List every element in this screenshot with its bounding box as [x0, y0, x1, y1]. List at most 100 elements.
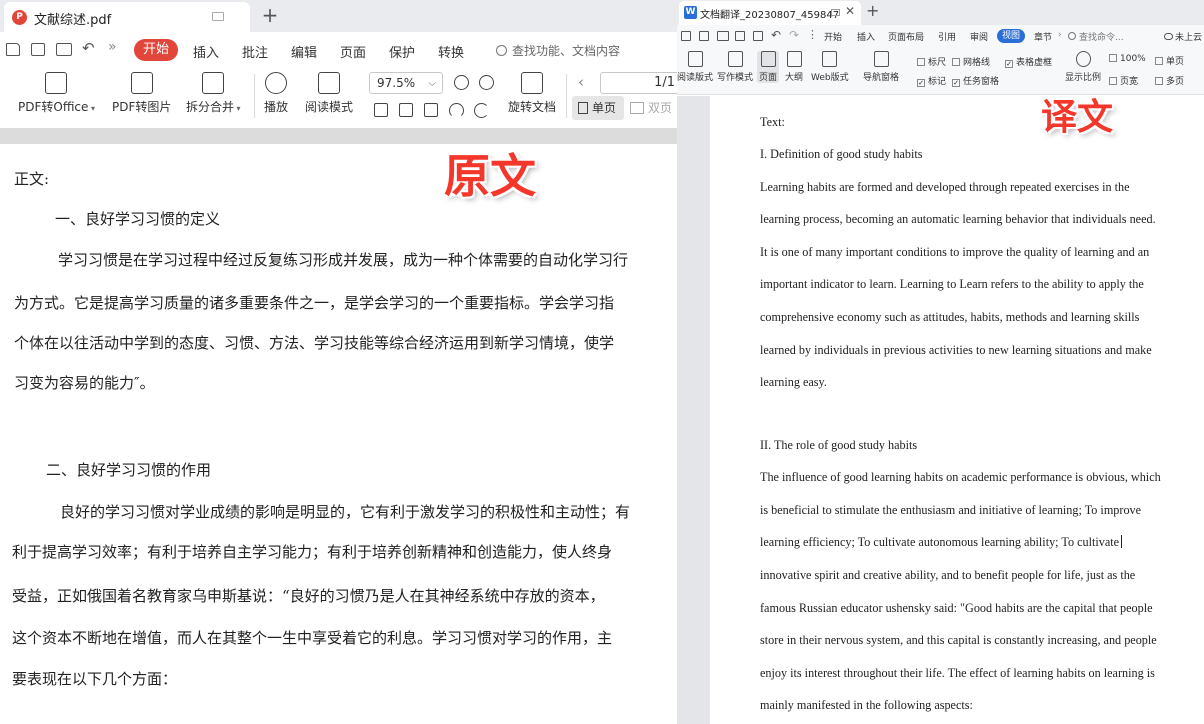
multi-page-button[interactable]: 多页 [1155, 74, 1184, 87]
save-icon[interactable] [31, 43, 45, 56]
display-ratio-button[interactable]: 显示比例 [1065, 51, 1101, 83]
rotate-document-button[interactable]: 旋转文档 [508, 72, 556, 115]
translated-text-line: innovative spirit and creative ability, … [760, 568, 1136, 582]
menu-review[interactable]: 审阅 [970, 30, 988, 43]
save-icon[interactable] [681, 31, 691, 41]
translated-text-line: learned by individuals in previous activ… [760, 343, 1152, 357]
print-icon[interactable] [56, 43, 72, 56]
double-page-icon [630, 102, 644, 114]
split-merge-label: 拆分合并 [186, 100, 235, 114]
undo-icon[interactable]: ↶ [771, 28, 781, 42]
menu-insert[interactable]: 插入 [857, 30, 875, 43]
menu-page[interactable]: 页面 [340, 42, 366, 61]
monitor-icon[interactable] [212, 12, 224, 21]
web-layout-button[interactable]: Web版式 [811, 51, 849, 83]
zoom-out-icon[interactable] [454, 75, 469, 90]
page-number-input[interactable]: 1/1 [600, 72, 677, 94]
nav-pane-button[interactable]: 导航窗格 [863, 51, 899, 83]
monitor-icon[interactable] [831, 9, 840, 16]
menu-references[interactable]: 引用 [938, 30, 956, 43]
command-search[interactable]: 查找命令... [1068, 30, 1124, 43]
original-text-line: 学习习惯是在学习过程中经过反复练习形成并发展，成为一种个体需要的自动化学习行 [58, 251, 629, 269]
translation-page[interactable]: Text: I. Definition of good study habits… [710, 96, 1204, 724]
read-layout-button[interactable]: 阅读版式 [677, 51, 713, 83]
play-icon [265, 72, 287, 94]
translated-text-line: mainly manifested in the following aspec… [760, 698, 973, 712]
print-icon[interactable] [717, 31, 729, 41]
zoom-100-button[interactable]: 100% [1109, 54, 1146, 64]
single-page-label: 单页 [592, 101, 617, 115]
menu-insert[interactable]: 插入 [193, 42, 219, 61]
checked-box-icon: ✓ [952, 79, 960, 87]
menu-page-layout[interactable]: 页面布局 [888, 30, 924, 43]
translated-text-line: important indicator to learn. Learning t… [760, 277, 1144, 291]
ruler-checkbox[interactable]: 标尺 [917, 55, 946, 68]
pdf-document-tab[interactable]: P 文献综述.pdf [4, 2, 250, 32]
unchecked-box-icon [917, 58, 925, 66]
reading-mode-button[interactable]: 阅读模式 [305, 72, 353, 115]
write-mode-button[interactable]: 写作模式 [717, 51, 753, 83]
outline-view-button[interactable]: 大纲 [785, 51, 803, 83]
translated-text-line: enjoy its interest throughout their life… [760, 666, 1155, 680]
open-folder-icon[interactable] [6, 43, 20, 56]
page-icon [760, 51, 776, 67]
pdf-window: P 文献综述.pdf + ↶ » 开始 插入 批注 编辑 页面 保护 转换 查找… [0, 0, 677, 724]
rotate-left-icon[interactable] [449, 103, 464, 118]
pdf-to-image-label: PDF转图片 [112, 100, 172, 114]
rotate-right-icon[interactable] [474, 103, 489, 118]
zoom-select[interactable]: 97.5% ⌵ [369, 72, 443, 94]
undo-icon[interactable]: ↶ [82, 39, 95, 57]
menu-start[interactable]: 开始 [824, 30, 842, 43]
menu-sections[interactable]: 章节 [1034, 30, 1052, 43]
cloud-status-label: 未上云 [1175, 33, 1203, 43]
write-mode-label: 写作模式 [717, 73, 754, 83]
table-borders-checkbox[interactable]: ✓ 表格虚框 [1005, 55, 1052, 68]
close-icon[interactable]: ✕ [845, 4, 855, 18]
translated-text-line: is beneficial to stimulate the enthusias… [760, 503, 1142, 517]
pdf-to-image-button[interactable]: PDF转图片 [112, 72, 171, 115]
original-text-line: 习变为容易的能力″。 [14, 374, 155, 392]
play-button[interactable]: 播放 [264, 72, 288, 115]
menu-edit[interactable]: 编辑 [291, 42, 317, 61]
translated-text-line: It is one of many important conditions t… [760, 245, 1150, 259]
export-icon[interactable] [699, 31, 709, 41]
double-page-button[interactable]: 双页 [630, 96, 677, 120]
menu-protect[interactable]: 保护 [389, 42, 415, 61]
more-icon[interactable]: ⋮ [807, 28, 818, 41]
feature-search[interactable]: 查找功能、文档内容 [496, 42, 620, 59]
menu-convert[interactable]: 转换 [438, 42, 464, 61]
globe-icon [822, 51, 838, 67]
actual-size-icon[interactable] [374, 103, 388, 117]
split-merge-button[interactable]: 拆分合并 ▾ [186, 72, 241, 115]
translated-text-line: learning efficiency; To cultivate autono… [760, 535, 1123, 550]
task-pane-checkbox[interactable]: ✓ 任务窗格 [952, 74, 999, 87]
previous-page-icon[interactable]: ‹ [578, 73, 584, 91]
pdf-to-office-button[interactable]: PDF转Office ▾ [18, 72, 95, 115]
menu-start-button[interactable]: 开始 [134, 39, 178, 61]
menu-annotate[interactable]: 批注 [242, 42, 268, 61]
gridlines-checkbox[interactable]: 网格线 [952, 55, 990, 68]
preview-icon[interactable] [735, 31, 745, 41]
page-width-button[interactable]: 页宽 [1109, 74, 1138, 87]
checked-box-icon: ✓ [917, 79, 925, 87]
new-tab-plus-icon[interactable]: + [259, 3, 281, 27]
zoom-in-icon[interactable] [479, 75, 494, 90]
chevron-right-icon[interactable]: › [1058, 30, 1062, 40]
outline-icon [786, 51, 802, 67]
single-page-button[interactable]: 单页 [1155, 54, 1184, 67]
fit-width-icon[interactable] [424, 103, 438, 117]
more-chevron-icon[interactable]: » [108, 39, 117, 55]
translated-text-line: learning easy. [760, 375, 827, 389]
format-icon[interactable] [753, 31, 763, 41]
single-page-button[interactable]: 单页 [572, 96, 624, 120]
translation-document-tab[interactable]: W 文档翻译_20230807_459847 ✕ [679, 1, 861, 25]
marks-checkbox[interactable]: ✓ 标记 [917, 74, 946, 87]
cloud-status[interactable]: 未上云 [1164, 30, 1202, 43]
page-view-label: 页面 [759, 73, 778, 83]
fit-page-icon[interactable] [399, 103, 413, 117]
text-cursor [1121, 535, 1123, 548]
new-tab-plus-icon[interactable]: + [866, 1, 879, 20]
menu-view-active[interactable]: 视图 [997, 29, 1025, 43]
page-view-button[interactable]: 页面 [757, 51, 780, 83]
redo-icon[interactable]: ↷ [789, 28, 799, 42]
